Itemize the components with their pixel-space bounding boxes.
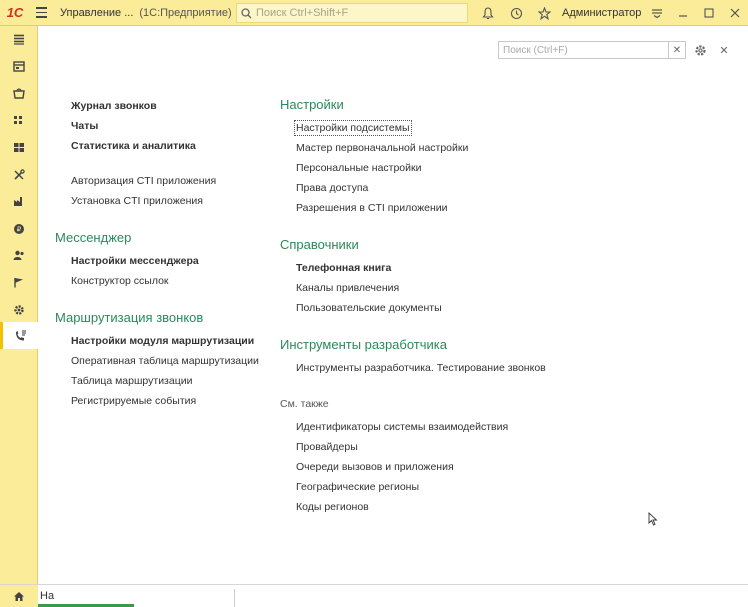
link-phone-book[interactable]: Телефонная книга xyxy=(296,262,391,274)
link-providers[interactable]: Провайдеры xyxy=(296,441,358,453)
section-search-input[interactable]: Поиск (Ctrl+F) ✕ xyxy=(498,41,686,59)
section-search-placeholder: Поиск (Ctrl+F) xyxy=(503,44,568,56)
top-icons: Администратор xyxy=(474,0,641,26)
mouse-cursor-icon xyxy=(648,511,658,526)
link-user-documents[interactable]: Пользовательские документы xyxy=(296,302,442,314)
link-interaction-system-ids[interactable]: Идентификаторы системы взаимодействия xyxy=(296,421,508,433)
link-call-journal[interactable]: Журнал звонков xyxy=(71,100,157,112)
sidebar-item-finance-icon[interactable]: ₽ xyxy=(0,215,38,242)
section-title-see-also: См. также xyxy=(280,398,329,410)
open-window-tab-label: На xyxy=(40,590,55,602)
sidebar-item-production-icon[interactable] xyxy=(0,188,38,215)
link-region-codes[interactable]: Коды регионов xyxy=(296,501,369,513)
sidebar-item-tools-icon[interactable] xyxy=(0,161,38,188)
link-routing-module-settings[interactable]: Настройки модуля маршрутизации xyxy=(71,335,254,347)
section-title-routing: Маршрутизация звонков xyxy=(55,310,204,325)
main-menu-icon[interactable] xyxy=(30,0,52,26)
link-messenger-settings[interactable]: Настройки мессенджера xyxy=(71,255,199,267)
sidebar-item-sales-icon[interactable] xyxy=(0,80,38,107)
link-link-builder[interactable]: Конструктор ссылок xyxy=(71,275,169,287)
bottom-bar: На xyxy=(0,584,748,607)
history-icon[interactable] xyxy=(502,0,530,26)
link-acquisition-channels[interactable]: Каналы привлечения xyxy=(296,282,399,294)
sidebar-item-main-icon[interactable] xyxy=(0,26,38,53)
link-initial-setup-wizard[interactable]: Мастер первоначальной настройки xyxy=(296,142,468,154)
global-search-input[interactable]: Поиск Ctrl+Shift+F xyxy=(236,3,468,23)
link-statistics[interactable]: Статистика и аналитика xyxy=(71,140,196,152)
section-title-messenger: Мессенджер xyxy=(55,230,132,245)
sidebar-item-admin-gear-icon[interactable] xyxy=(0,296,38,323)
link-cti-auth[interactable]: Авторизация CTI приложения xyxy=(71,175,216,187)
link-chats[interactable]: Чаты xyxy=(71,120,98,132)
tab-separator xyxy=(234,589,235,607)
minimize-icon[interactable] xyxy=(672,0,694,26)
link-personal-settings[interactable]: Персональные настройки xyxy=(296,162,421,174)
sidebar-item-grid-icon[interactable] xyxy=(0,107,38,134)
sidebar-item-telephony-icon[interactable] xyxy=(0,322,38,349)
search-icon xyxy=(241,7,252,18)
link-access-rights[interactable]: Права доступа xyxy=(296,182,368,194)
close-panel-icon[interactable]: ✕ xyxy=(716,42,732,58)
section-title-settings: Настройки xyxy=(280,97,344,112)
clear-search-icon[interactable]: ✕ xyxy=(668,42,685,58)
app-title: Управление ... xyxy=(60,6,134,19)
app-subtitle: (1С:Предприятие) xyxy=(139,6,232,19)
panel-settings-gear-icon[interactable] xyxy=(692,42,708,58)
link-cti-permissions[interactable]: Разрешения в CTI приложении xyxy=(296,202,447,214)
link-cti-install[interactable]: Установка CTI приложения xyxy=(71,195,203,207)
link-call-queues[interactable]: Очереди вызовов и приложения xyxy=(296,461,454,473)
bell-icon[interactable] xyxy=(474,0,502,26)
app-logo: 1С xyxy=(6,5,24,20)
global-search-placeholder: Поиск Ctrl+Shift+F xyxy=(256,7,349,19)
sidebar-item-crm-icon[interactable] xyxy=(0,53,38,80)
open-window-tab[interactable]: На xyxy=(38,585,134,607)
link-geo-regions[interactable]: Географические регионы xyxy=(296,481,419,493)
link-operational-routing-table[interactable]: Оперативная таблица маршрутизации xyxy=(71,355,259,367)
close-window-icon[interactable] xyxy=(724,0,746,26)
link-subsystem-settings[interactable]: Настройки подсистемы xyxy=(294,120,412,136)
section-title-catalogs: Справочники xyxy=(280,237,359,252)
home-icon[interactable] xyxy=(0,585,38,607)
favorites-star-icon[interactable] xyxy=(530,0,558,26)
sidebar-item-staff-icon[interactable] xyxy=(0,242,38,269)
link-routing-table[interactable]: Таблица маршрутизации xyxy=(71,375,192,387)
sidebar-item-flag-icon[interactable] xyxy=(0,269,38,296)
current-user[interactable]: Администратор xyxy=(562,7,641,19)
sidebar-item-warehouse-icon[interactable] xyxy=(0,134,38,161)
settings-menu-icon[interactable] xyxy=(646,0,668,26)
maximize-icon[interactable] xyxy=(698,0,720,26)
link-devtools-call-testing[interactable]: Инструменты разработчика. Тестирование з… xyxy=(296,362,546,374)
section-title-devtools: Инструменты разработчика xyxy=(280,337,447,352)
link-registered-events[interactable]: Регистрируемые события xyxy=(71,395,196,407)
sections-sidebar: ₽ xyxy=(0,26,38,584)
svg-text:₽: ₽ xyxy=(17,225,22,233)
